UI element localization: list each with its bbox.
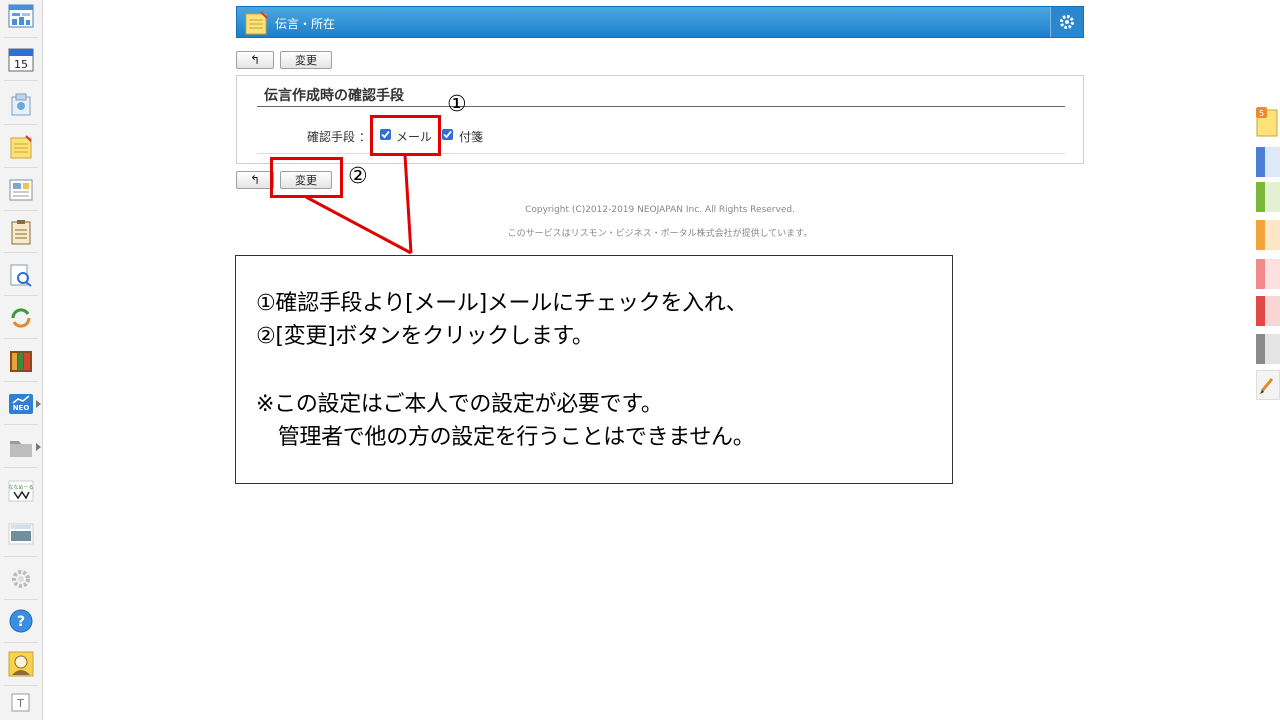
arrow-line-2 xyxy=(305,195,412,255)
callout-line-3: ※この設定はご本人での設定が必要です。 xyxy=(256,392,663,417)
instruction-callout: ①確認手段より[メール]メールにチェックを入れ、 ②[変更]ボタンをクリックしま… xyxy=(235,255,953,484)
callout-line-1: ①確認手段より[メール]メールにチェックを入れ、 xyxy=(256,291,748,316)
callout-line-4: 管理者で他の方の設定を行うことはできません。 xyxy=(256,425,755,450)
arrow-line-1 xyxy=(403,154,413,254)
callout-line-2: ②[変更]ボタンをクリックします。 xyxy=(256,324,594,349)
